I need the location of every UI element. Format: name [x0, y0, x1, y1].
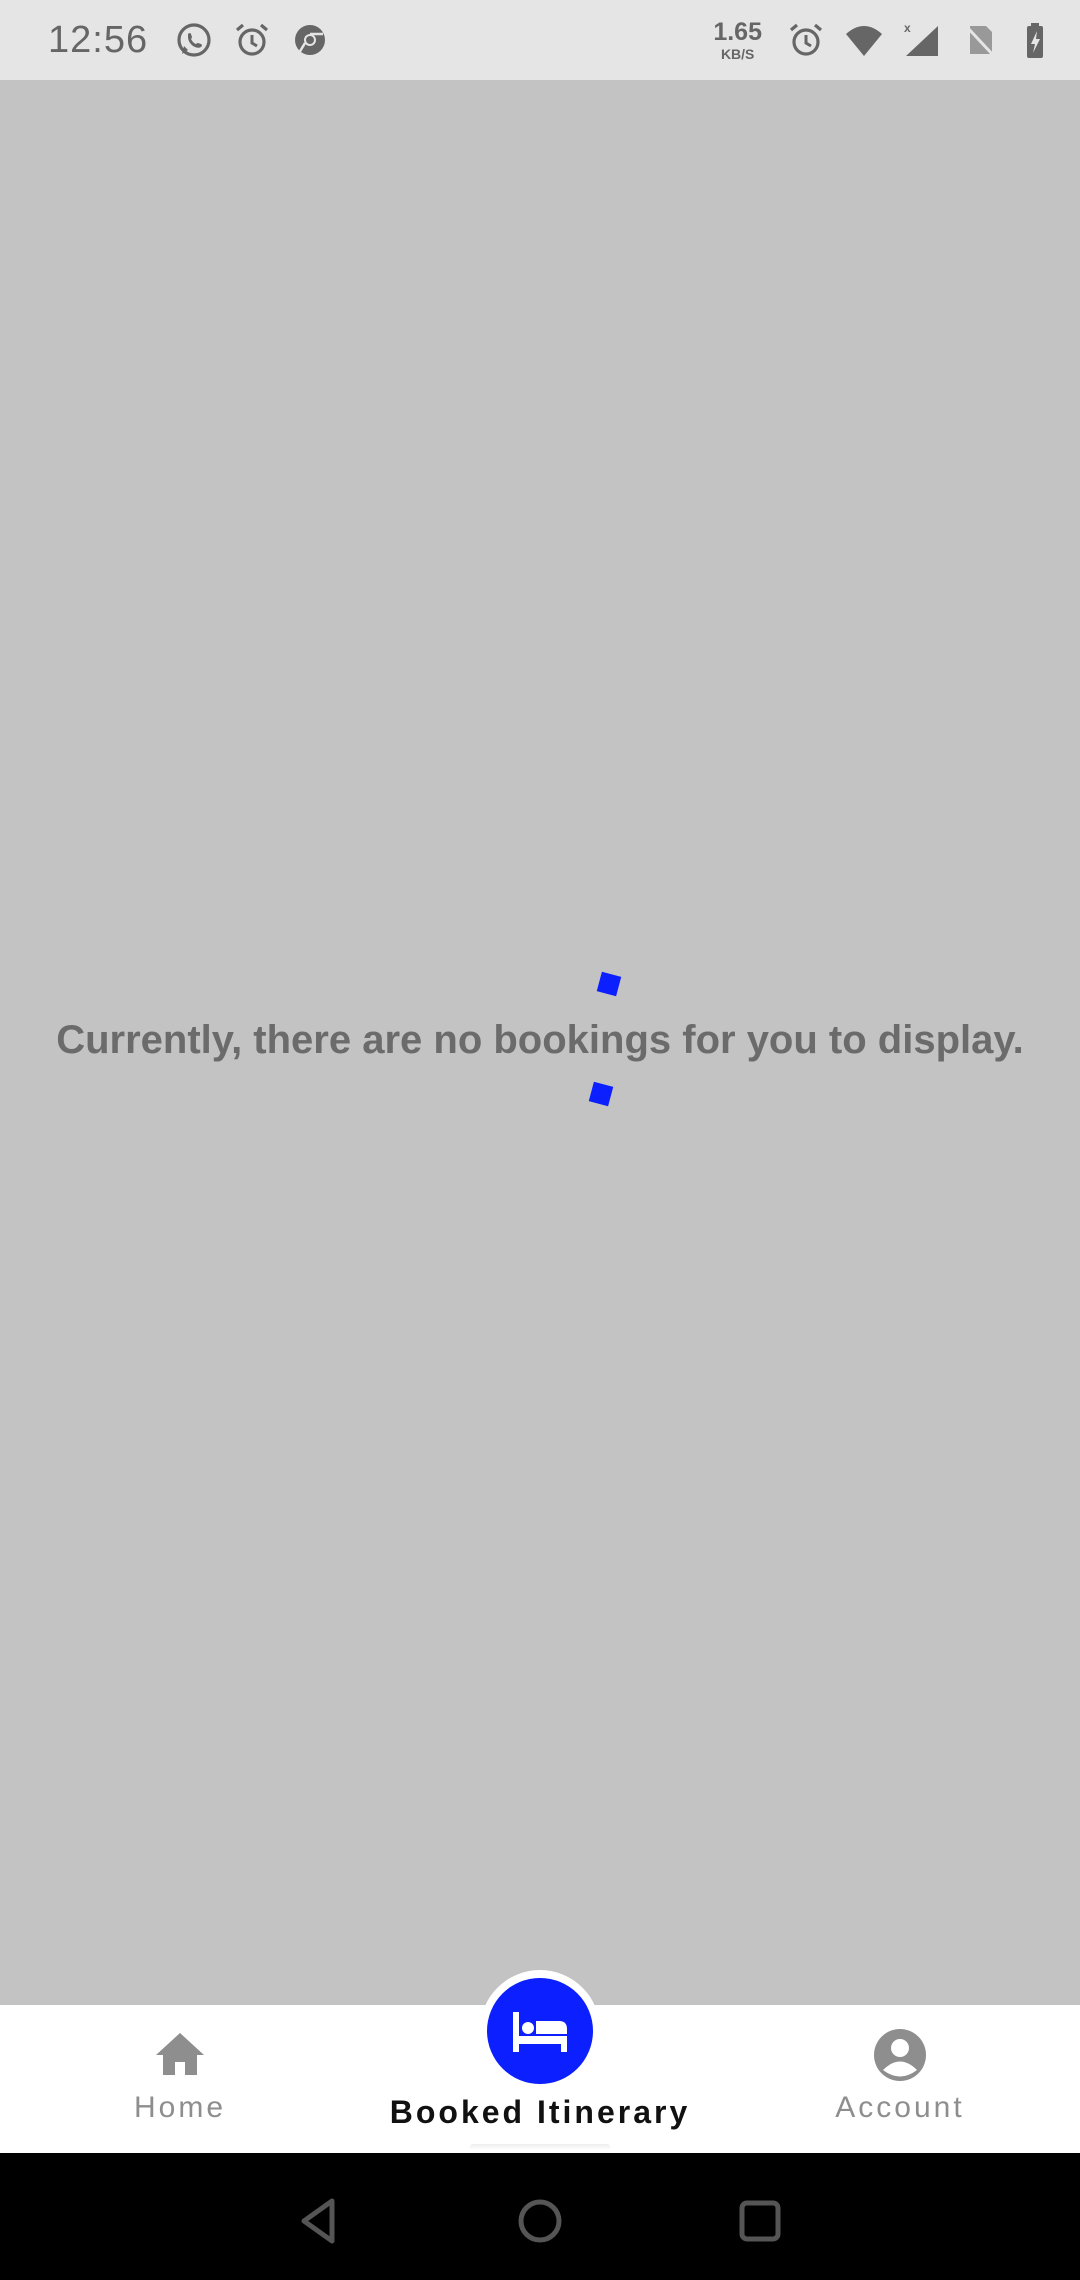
nav-home-label: Home	[133, 2091, 227, 2124]
chrome-icon	[295, 25, 326, 55]
alarm-icon	[789, 23, 823, 56]
net-speed-value: 1.65	[713, 17, 762, 46]
svg-text:x: x	[904, 21, 911, 35]
recents-icon[interactable]	[730, 2191, 790, 2251]
nav-account[interactable]: Account	[800, 2005, 1000, 2153]
whatsapp-icon	[177, 23, 211, 57]
battery-charging-icon	[1027, 23, 1043, 58]
nav-home[interactable]: Home	[80, 2005, 280, 2153]
nav-account-label: Account	[835, 2091, 965, 2124]
system-navigation-bar	[0, 2153, 1080, 2280]
alarm-icon	[236, 23, 269, 56]
home-icon	[156, 2033, 204, 2075]
screen: 12:56 1.65 KB/S x Currently, there are n…	[0, 0, 1080, 2280]
net-speed: 1.65 KB/S	[713, 17, 762, 62]
spinner-dot	[588, 1081, 614, 1107]
back-icon[interactable]	[290, 2191, 350, 2251]
status-bar: 12:56 1.65 KB/S x	[0, 0, 1080, 80]
signal-icon: x	[904, 21, 938, 56]
account-circle-icon	[874, 2029, 926, 2081]
no-sim-icon	[964, 24, 996, 58]
main-content: Currently, there are no bookings for you…	[0, 80, 1080, 2005]
bed-icon	[513, 2012, 567, 2052]
nav-booked-itinerary-label: Booked Itinerary	[389, 2094, 691, 2130]
net-speed-unit: KB/S	[720, 45, 755, 62]
empty-state-message: Currently, there are no bookings for you…	[56, 1018, 1024, 1062]
status-left: 12:56	[48, 19, 330, 62]
nav-booked-itinerary-button[interactable]	[487, 1978, 593, 2084]
spinner-dot	[596, 971, 622, 997]
active-tab-indicator	[470, 2144, 610, 2150]
status-right: 1.65 KB/S x	[713, 17, 1058, 62]
wifi-icon	[846, 26, 882, 56]
status-time: 12:56	[48, 18, 149, 61]
home-circle-icon[interactable]	[510, 2191, 570, 2251]
nav-booked-itinerary[interactable]: Booked Itinerary	[360, 2094, 720, 2131]
